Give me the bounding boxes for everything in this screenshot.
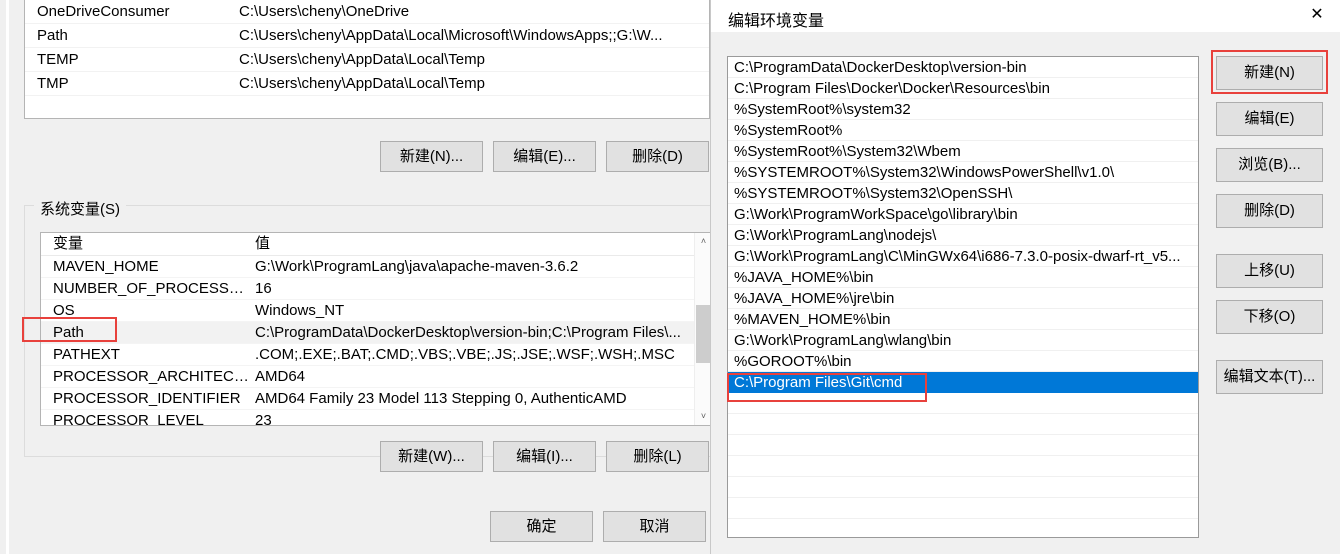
path-entries-list[interactable]: C:\ProgramData\DockerDesktop\version-bin… — [727, 56, 1199, 538]
path-entry-row[interactable]: %JAVA_HOME%\bin — [728, 267, 1198, 288]
path-entry-row[interactable]: %GOROOT%\bin — [728, 351, 1198, 372]
path-entry-row[interactable]: %JAVA_HOME%\jre\bin — [728, 288, 1198, 309]
path-button-5[interactable]: 下移(O) — [1216, 300, 1323, 334]
path-entry-empty-row[interactable] — [728, 498, 1198, 519]
user-variable-row[interactable]: Path C:\Users\cheny\AppData\Local\Microso… — [25, 24, 709, 48]
user-variable-value: C:\Users\cheny\OneDrive — [239, 0, 703, 24]
user-variable-name: TMP — [37, 72, 227, 96]
system-variable-name: OS — [53, 300, 249, 321]
path-button-1[interactable]: 编辑(E) — [1216, 102, 1323, 136]
window-frame-inner-edge — [6, 0, 9, 554]
system-variable-name: PATHEXT — [53, 344, 249, 365]
system-variable-row[interactable]: MAVEN_HOME G:\Work\ProgramLang\java\apach… — [41, 256, 711, 278]
path-button-6[interactable]: 编辑文本(T)... — [1216, 360, 1323, 394]
user-variable-value: C:\Users\cheny\AppData\Local\Temp — [239, 48, 703, 72]
path-entry-row[interactable]: G:\Work\ProgramLang\C\MinGWx64\i686-7.3.… — [728, 246, 1198, 267]
system-variable-value: AMD64 Family 23 Model 113 Stepping 0, Au… — [255, 388, 691, 409]
system-variables-scrollbar[interactable]: ˄ ˅ — [694, 233, 711, 425]
dialog-body: C:\ProgramData\DockerDesktop\version-bin… — [711, 32, 1340, 554]
system-variable-row[interactable]: PROCESSOR_IDENTIFIER AMD64 Family 23 Mode… — [41, 388, 711, 410]
dialog-title: 编辑环境变量 — [728, 7, 824, 31]
column-header-variable: 变量 — [53, 233, 83, 255]
user-variable-row[interactable]: TEMP C:\Users\cheny\AppData\Local\Temp — [25, 48, 709, 72]
system-variable-row[interactable]: NUMBER_OF_PROCESSORS 16 — [41, 278, 711, 300]
system-variables-list[interactable]: 变量 值 MAVEN_HOME G:\Work\ProgramLang\java\… — [40, 232, 712, 426]
system-variable-button-2[interactable]: 删除(L) — [606, 441, 709, 472]
system-variable-row[interactable]: PROCESSOR_ARCHITECTU... AMD64 — [41, 366, 711, 388]
user-variable-name: TEMP — [37, 48, 227, 72]
system-variable-value: AMD64 — [255, 366, 691, 387]
path-entry-empty-row[interactable] — [728, 477, 1198, 498]
path-entry-row[interactable]: C:\Program Files\Git\cmd — [728, 372, 1198, 393]
screenshot-root: OneDriveConsumerC:\Users\cheny\OneDriveP… — [0, 0, 1340, 554]
system-variable-value: .COM;.EXE;.BAT;.CMD;.VBS;.VBE;.JS;.JSE;.… — [255, 344, 691, 365]
system-variable-row[interactable]: Path C:\ProgramData\DockerDesktop\version… — [41, 322, 711, 344]
system-variable-value: Windows_NT — [255, 300, 691, 321]
system-variable-row[interactable]: PROCESSOR_LEVEL 23 — [41, 410, 711, 426]
column-header-value: 值 — [255, 233, 270, 255]
path-entry-row[interactable]: C:\ProgramData\DockerDesktop\version-bin — [728, 57, 1198, 78]
path-entry-row[interactable]: %SYSTEMROOT%\System32\OpenSSH\ — [728, 183, 1198, 204]
path-entry-row[interactable]: %SYSTEMROOT%\System32\WindowsPowerShell\… — [728, 162, 1198, 183]
system-variable-name: MAVEN_HOME — [53, 256, 249, 277]
user-variables-list[interactable]: OneDriveConsumerC:\Users\cheny\OneDriveP… — [24, 0, 710, 119]
system-variables-header: 变量 值 — [41, 233, 711, 256]
user-variable-name: OneDriveConsumer — [37, 0, 227, 24]
user-variable-button-1[interactable]: 编辑(E)... — [493, 141, 596, 172]
user-variable-value: C:\Users\cheny\AppData\Local\Microsoft\W… — [239, 24, 703, 48]
close-icon[interactable]: ✕ — [1294, 0, 1340, 30]
dialog-button-0[interactable]: 确定 — [490, 511, 593, 542]
system-variable-row[interactable]: OS Windows_NT — [41, 300, 711, 322]
edit-environment-variable-dialog: 编辑环境变量 ✕ C:\ProgramData\DockerDesktop\ve… — [710, 0, 1340, 554]
system-variables-group-label: 系统变量(S) — [34, 198, 126, 219]
path-entry-row[interactable]: %SystemRoot% — [728, 120, 1198, 141]
path-entry-row[interactable]: G:\Work\ProgramLang\nodejs\ — [728, 225, 1198, 246]
user-variable-button-2[interactable]: 删除(D) — [606, 141, 709, 172]
environment-variables-dialog: OneDriveConsumerC:\Users\cheny\OneDriveP… — [0, 0, 712, 554]
system-variable-value: G:\Work\ProgramLang\java\apache-maven-3.… — [255, 256, 691, 277]
path-entry-row[interactable]: %MAVEN_HOME%\bin — [728, 309, 1198, 330]
system-variable-buttons: 新建(W)... 编辑(I)... 删除(L) — [380, 441, 712, 473]
path-entry-empty-row[interactable] — [728, 456, 1198, 477]
path-button-3[interactable]: 删除(D) — [1216, 194, 1323, 228]
path-entry-row[interactable]: C:\Program Files\Docker\Docker\Resources… — [728, 78, 1198, 99]
dialog-button-1[interactable]: 取消 — [603, 511, 706, 542]
path-entry-empty-row[interactable] — [728, 414, 1198, 435]
path-entry-empty-row[interactable] — [728, 435, 1198, 456]
user-variable-buttons: 新建(N)... 编辑(E)... 删除(D) — [380, 141, 712, 173]
path-button-0[interactable]: 新建(N) — [1216, 56, 1323, 90]
path-button-2[interactable]: 浏览(B)... — [1216, 148, 1323, 182]
user-variable-row[interactable]: OneDriveConsumer C:\Users\cheny\OneDrive — [25, 0, 709, 24]
system-variable-name: PROCESSOR_IDENTIFIER — [53, 388, 249, 409]
system-variable-name: PROCESSOR_ARCHITECTU... — [53, 366, 249, 387]
path-entry-empty-row[interactable] — [728, 393, 1198, 414]
path-entry-row[interactable]: G:\Work\ProgramLang\wlang\bin — [728, 330, 1198, 351]
user-variable-name: Path — [37, 24, 227, 48]
user-variable-button-0[interactable]: 新建(N)... — [380, 141, 483, 172]
system-variable-value: 23 — [255, 410, 691, 426]
path-action-buttons: 新建(N) 编辑(E) 浏览(B)... 删除(D) 上移(U) 下移(O) 编辑文本(T)… — [1216, 56, 1326, 406]
path-entry-row[interactable]: %SystemRoot%\System32\Wbem — [728, 141, 1198, 162]
button-group-spacer — [1216, 240, 1326, 254]
path-entry-row[interactable]: %SystemRoot%\system32 — [728, 99, 1198, 120]
system-variable-value: C:\ProgramData\DockerDesktop\version-bin… — [255, 322, 691, 343]
button-group-spacer — [1216, 346, 1326, 360]
system-variable-button-1[interactable]: 编辑(I)... — [493, 441, 596, 472]
system-variable-name: PROCESSOR_LEVEL — [53, 410, 249, 426]
path-entry-row[interactable]: G:\Work\ProgramWorkSpace\go\library\bin — [728, 204, 1198, 225]
system-variable-value: 16 — [255, 278, 691, 299]
system-variable-name: Path — [53, 322, 249, 343]
system-variable-row[interactable]: PATHEXT .COM;.EXE;.BAT;.CMD;.VBS;.VBE;.JS… — [41, 344, 711, 366]
dialog-action-buttons: 确定取消 — [490, 511, 712, 543]
system-variable-button-0[interactable]: 新建(W)... — [380, 441, 483, 472]
system-variable-name: NUMBER_OF_PROCESSORS — [53, 278, 249, 299]
user-variable-value: C:\Users\cheny\AppData\Local\Temp — [239, 72, 703, 96]
path-button-4[interactable]: 上移(U) — [1216, 254, 1323, 288]
user-variable-row[interactable]: TMP C:\Users\cheny\AppData\Local\Temp — [25, 72, 709, 96]
system-variables-rows: MAVEN_HOME G:\Work\ProgramLang\java\apach… — [41, 256, 711, 426]
scrollbar-thumb[interactable] — [696, 305, 711, 363]
